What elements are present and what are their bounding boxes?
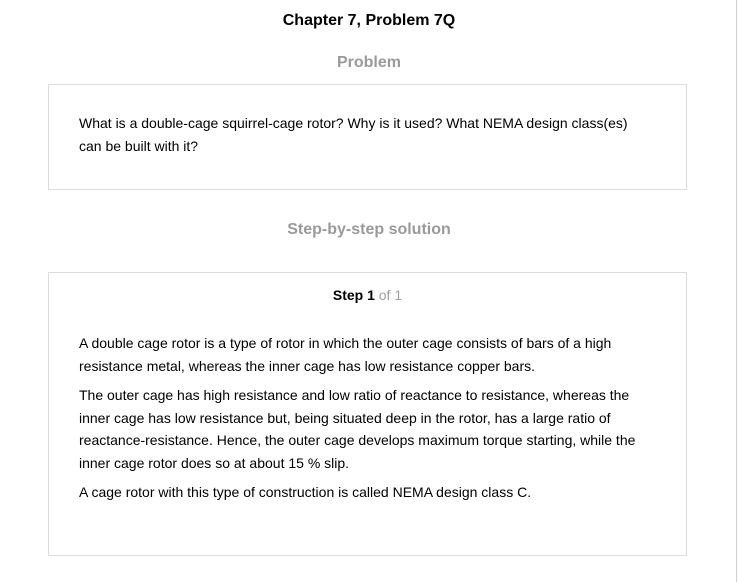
step-header: Step 1 of 1: [49, 285, 686, 305]
solution-paragraph: The outer cage has high resistance and l…: [79, 387, 636, 471]
solution-heading: Step-by-step solution: [287, 221, 451, 238]
solution-body: A double cage rotor is a type of rotor i…: [79, 332, 654, 511]
problem-heading: Problem: [336, 54, 401, 71]
problem-text: What is a double-cage squirrel-cage roto…: [79, 115, 628, 154]
right-edge-divider: [736, 0, 737, 582]
solution-card: Step 1 of 1 A double cage rotor is a typ…: [48, 272, 687, 556]
step-label: Step 1: [332, 287, 375, 303]
page-title: Chapter 7, Problem 7Q: [282, 12, 456, 29]
step-count: of 1: [378, 287, 403, 303]
problem-card: What is a double-cage squirrel-cage roto…: [48, 84, 687, 190]
solution-paragraph: A double cage rotor is a type of rotor i…: [79, 335, 612, 374]
solution-paragraph: A cage rotor with this type of construct…: [79, 484, 532, 500]
